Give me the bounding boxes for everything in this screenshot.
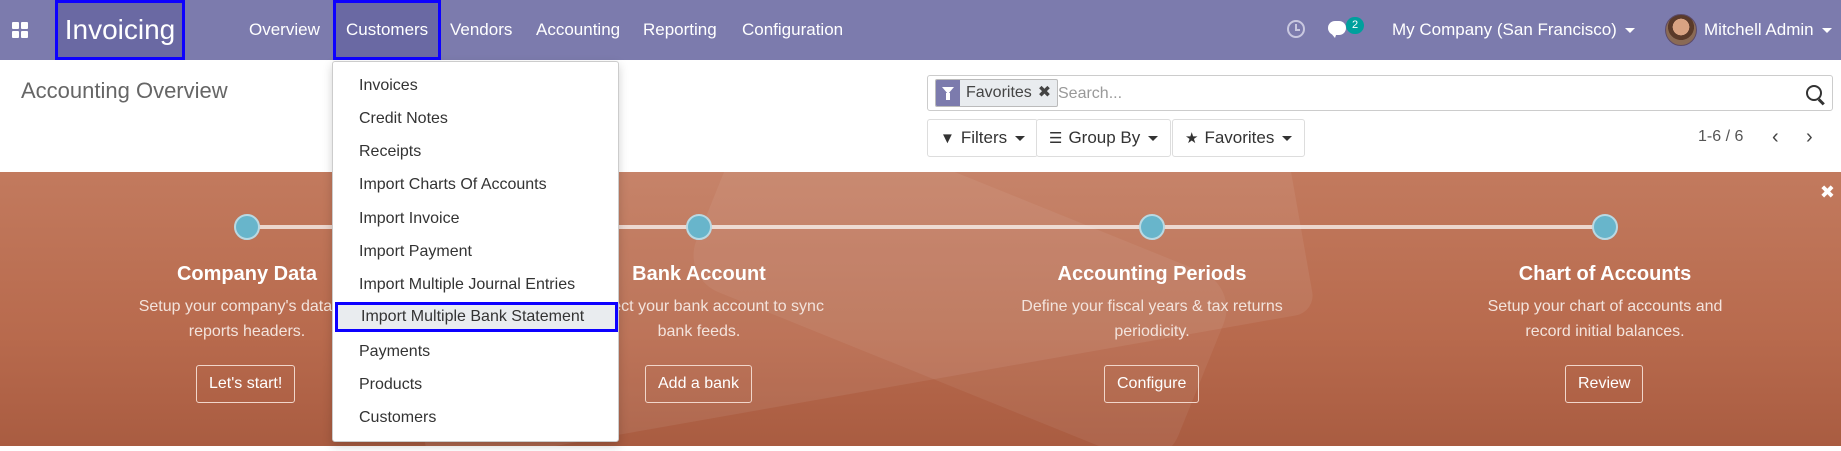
messages-icon[interactable] [1328,21,1346,38]
app-brand[interactable]: Invoicing [55,0,185,60]
menu-overview[interactable]: Overview [249,0,320,60]
menu-item-import-charts-of-accounts[interactable]: Import Charts Of Accounts [333,170,618,200]
configure-button[interactable]: Configure [1104,365,1200,403]
menu-reporting[interactable]: Reporting [643,0,717,60]
groupby-button[interactable]: ☰ Group By [1036,119,1172,157]
step-dot-accounting-periods [1139,214,1165,240]
user-avatar[interactable] [1665,14,1697,46]
search-facet: Favorites ✖ [935,79,1059,107]
chevron-down-icon [1821,28,1832,34]
facet-close-icon[interactable]: ✖ [1038,80,1057,106]
menu-vendors[interactable]: Vendors [450,0,512,60]
step-dot-bank-account [686,214,712,240]
search-input[interactable] [1058,82,1758,106]
menu-item-receipts[interactable]: Receipts [333,137,618,167]
pager-next-icon[interactable]: › [1806,126,1813,149]
lets-start-button[interactable]: Let's start! [196,365,296,403]
search-bar: Favorites ✖ [927,75,1833,111]
step-dot-company-data [234,214,260,240]
list-icon: ☰ [1049,130,1063,147]
add-bank-button[interactable]: Add a bank [645,365,752,403]
step-dot-chart-of-accounts [1592,214,1618,240]
favorites-label: Favorites [1204,128,1275,147]
review-button[interactable]: Review [1565,365,1644,403]
filters-label: Filters [960,128,1008,147]
company-switcher[interactable]: My Company (San Francisco) [1392,0,1635,60]
favorites-button[interactable]: ★ Favorites [1172,119,1306,157]
groupby-label: Group By [1068,128,1141,147]
messages-count-badge: 2 [1346,17,1364,34]
company-name: My Company (San Francisco) [1392,20,1617,39]
apps-grid-icon[interactable] [12,22,28,38]
step-description: Setup your chart of accounts and record … [1455,294,1755,344]
step-description-line: periodicity. [1114,323,1190,340]
menu-item-payments[interactable]: Payments [333,337,618,367]
chevron-down-icon [1148,135,1159,141]
user-name: Mitchell Admin [1704,20,1814,39]
star-icon: ★ [1185,130,1199,147]
menu-item-credit-notes[interactable]: Credit Notes [333,104,618,134]
menu-configuration[interactable]: Configuration [742,0,843,60]
top-navbar: Invoicing Overview Customers Vendors Acc… [0,0,1841,60]
menu-accounting[interactable]: Accounting [536,0,620,60]
user-menu[interactable]: Mitchell Admin [1704,0,1832,60]
onboarding-banner: ✖ Company Data Setup your company's data… [0,172,1841,446]
activity-clock-icon[interactable] [1287,20,1305,38]
menu-item-products[interactable]: Products [333,370,618,400]
step-title: Chart of Accounts [1518,263,1692,285]
search-icon[interactable] [1806,85,1822,101]
pager-value: 1-6 / 6 [1698,128,1744,145]
menu-customers[interactable]: Customers [333,0,442,60]
menu-item-import-multiple-bank-statement[interactable]: Import Multiple Bank Statement [335,302,618,332]
step-description: Define your fiscal years & tax returns p… [1002,294,1302,344]
customers-dropdown-menu: Invoices Credit Notes Receipts Import Ch… [332,61,619,442]
step-description-line: Define your fiscal years & tax returns [1021,298,1283,315]
chevron-down-icon [1624,28,1635,34]
step-description-line: record initial balances. [1525,323,1685,340]
facet-label: Favorites [966,84,1032,101]
menu-item-invoices[interactable]: Invoices [333,71,618,101]
menu-item-import-multiple-journal-entries[interactable]: Import Multiple Journal Entries [333,270,618,300]
menu-item-import-payment[interactable]: Import Payment [333,237,618,267]
step-description-line: Setup your chart of accounts and [1487,298,1723,315]
filter-icon: ▼ [940,129,955,147]
chevron-down-icon [1015,135,1026,141]
step-title: Accounting Periods [1057,263,1247,285]
filters-button[interactable]: ▼ Filters [927,119,1039,157]
pager-previous-icon[interactable]: ‹ [1772,126,1779,149]
menu-item-customers[interactable]: Customers [333,403,618,433]
page-title: Accounting Overview [21,78,228,103]
close-icon[interactable]: ✖ [1820,182,1835,203]
chevron-down-icon [1282,135,1293,141]
filter-icon [936,80,960,106]
menu-item-import-invoice[interactable]: Import Invoice [333,204,618,234]
